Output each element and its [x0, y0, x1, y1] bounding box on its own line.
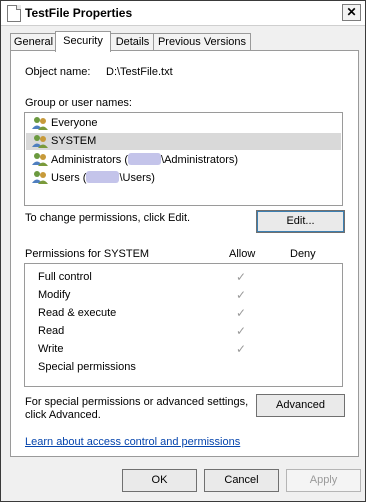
group-user-list[interactable]: Everyone SYSTEM Administrators ( \Administr…: [24, 112, 343, 206]
user-name-prefix: SYSTEM: [51, 135, 97, 147]
close-button[interactable]: ✕: [342, 4, 361, 21]
user-name-prefix: Users (: [51, 172, 87, 184]
permission-row: Read & execute ✓: [25, 305, 342, 323]
groups-label: Group or user names:: [25, 97, 132, 109]
permissions-header: Permissions for SYSTEM: [25, 248, 150, 260]
user-name-suffix: \Administrators): [161, 154, 239, 166]
redaction-mark: [86, 171, 120, 183]
allow-column-header: Allow: [229, 248, 256, 260]
edit-button[interactable]: Edit...: [256, 210, 345, 233]
user-group-icon: [32, 134, 48, 148]
deny-column-header: Deny: [290, 248, 316, 260]
user-group-icon: [32, 116, 48, 130]
user-name-prefix: Everyone: [51, 117, 98, 129]
cancel-button[interactable]: Cancel: [204, 469, 279, 492]
apply-button[interactable]: Apply: [286, 469, 361, 492]
object-name-label: Object name:: [25, 66, 91, 78]
allow-check-icon: ✓: [236, 306, 247, 320]
permission-name: Full control: [38, 271, 92, 283]
tab-details[interactable]: Details: [110, 33, 155, 51]
permission-name: Modify: [38, 289, 71, 301]
list-item[interactable]: SYSTEM: [26, 133, 341, 150]
permission-name: Write: [38, 343, 64, 355]
permission-row: Read ✓: [25, 323, 342, 341]
change-permissions-hint: To change permissions, click Edit.: [25, 212, 191, 224]
ok-button[interactable]: OK: [122, 469, 197, 492]
object-name-value: D:\TestFile.txt: [106, 66, 173, 78]
allow-check-icon: ✓: [236, 270, 247, 284]
learn-access-control-link[interactable]: Learn about access control and permissio…: [25, 436, 240, 448]
list-item[interactable]: Administrators ( \Administrators): [26, 151, 341, 168]
user-name: Users ( \Users): [51, 171, 155, 184]
properties-dialog: TestFile Properties ✕ General Security D…: [0, 0, 366, 502]
user-name-prefix: Administrators (: [51, 154, 129, 166]
advanced-button[interactable]: Advanced: [256, 394, 345, 417]
list-item[interactable]: Everyone: [26, 115, 341, 132]
permission-name: Special permissions: [38, 361, 136, 373]
permission-name: Read: [38, 325, 65, 337]
user-name-suffix: \Users): [119, 172, 155, 184]
title-bar: TestFile Properties ✕: [1, 1, 365, 26]
permission-row: Full control ✓: [25, 269, 342, 287]
tab-previous-versions[interactable]: Previous Versions: [153, 33, 251, 51]
allow-check-icon: ✓: [236, 342, 247, 356]
tab-general[interactable]: General: [10, 33, 57, 51]
user-group-icon: [32, 152, 48, 166]
advanced-hint: For special permissions or advanced sett…: [25, 396, 249, 421]
user-group-icon: [32, 170, 48, 184]
permission-name: Read & execute: [38, 307, 117, 319]
document-icon: [7, 5, 21, 22]
list-item[interactable]: Users ( \Users): [26, 169, 341, 186]
permission-row: Write ✓: [25, 341, 342, 359]
window-title: TestFile Properties: [25, 6, 133, 20]
permission-row: Special permissions: [25, 359, 342, 377]
tab-security[interactable]: Security: [55, 31, 111, 52]
allow-check-icon: ✓: [236, 288, 247, 302]
user-name: Everyone: [51, 117, 97, 129]
security-tab-panel: Object name: D:\TestFile.txt Group or us…: [10, 50, 359, 457]
permission-row: Modify ✓: [25, 287, 342, 305]
allow-check-icon: ✓: [236, 324, 247, 338]
user-name: Administrators ( \Administrators): [51, 153, 238, 166]
user-name: SYSTEM: [51, 135, 96, 147]
redaction-mark: [128, 153, 162, 165]
permissions-list: Full control ✓ Modify ✓ Read & execute ✓ Read ✓…: [24, 263, 343, 387]
